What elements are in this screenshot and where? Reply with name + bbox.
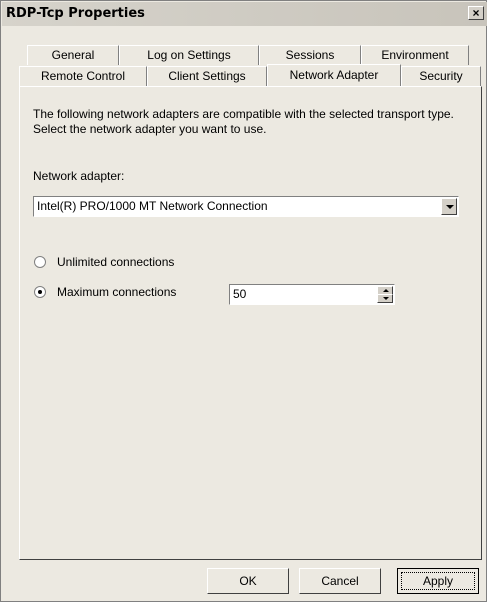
ok-button[interactable]: OK xyxy=(207,568,289,594)
tab-security[interactable]: Security xyxy=(401,66,481,86)
tab-label: Environment xyxy=(381,48,449,62)
tab-sessions[interactable]: Sessions xyxy=(259,45,361,65)
close-button[interactable]: × xyxy=(468,6,484,20)
title-bar[interactable]: RDP-Tcp Properties × xyxy=(2,2,487,26)
window-title: RDP-Tcp Properties xyxy=(6,6,145,21)
tab-label: Sessions xyxy=(285,48,335,62)
tab-client-settings[interactable]: Client Settings xyxy=(147,66,267,86)
dropdown-button[interactable] xyxy=(441,198,457,215)
tab-label: Remote Control xyxy=(40,69,126,83)
apply-button[interactable]: Apply xyxy=(397,568,479,594)
unlimited-connections-label[interactable]: Unlimited connections xyxy=(57,255,174,269)
radio-selected-dot xyxy=(38,290,42,294)
tab-label: Network Adapter xyxy=(289,68,379,82)
close-icon: × xyxy=(472,6,480,20)
maximum-connections-label[interactable]: Maximum connections xyxy=(57,285,176,299)
maximum-connections-spinner[interactable]: 50 xyxy=(229,284,395,305)
tab-panel xyxy=(19,86,482,560)
maximum-connections-radio[interactable] xyxy=(34,286,46,298)
cancel-label: Cancel xyxy=(321,574,359,588)
chevron-down-icon xyxy=(446,205,454,209)
adapter-value: Intel(R) PRO/1000 MT Network Connection xyxy=(37,199,268,213)
cancel-button[interactable]: Cancel xyxy=(299,568,381,594)
maximum-connections-value[interactable]: 50 xyxy=(233,287,246,301)
tab-remote-control[interactable]: Remote Control xyxy=(19,66,147,86)
tab-label: Security xyxy=(419,69,463,83)
tab-label: Log on Settings xyxy=(147,48,231,62)
arrow-down-icon xyxy=(383,297,389,300)
arrow-up-icon xyxy=(383,289,389,292)
tab-log-on-settings[interactable]: Log on Settings xyxy=(119,45,259,65)
focus-rectangle xyxy=(401,572,475,590)
dialog-window: RDP-Tcp Properties × General Log on Sett… xyxy=(0,0,487,602)
adapter-label: Network adapter: xyxy=(33,169,125,183)
network-adapter-select[interactable]: Intel(R) PRO/1000 MT Network Connection xyxy=(33,196,459,217)
description-text: The following network adapters are compa… xyxy=(33,107,454,136)
tab-general[interactable]: General xyxy=(27,45,119,65)
ok-label: OK xyxy=(239,574,257,588)
tab-label: Client Settings xyxy=(168,69,246,83)
tab-network-adapter[interactable]: Network Adapter xyxy=(267,64,401,86)
tab-label: General xyxy=(51,48,95,62)
spin-down-button[interactable] xyxy=(377,294,393,303)
tab-environment[interactable]: Environment xyxy=(361,45,469,65)
unlimited-connections-radio[interactable] xyxy=(34,256,46,268)
